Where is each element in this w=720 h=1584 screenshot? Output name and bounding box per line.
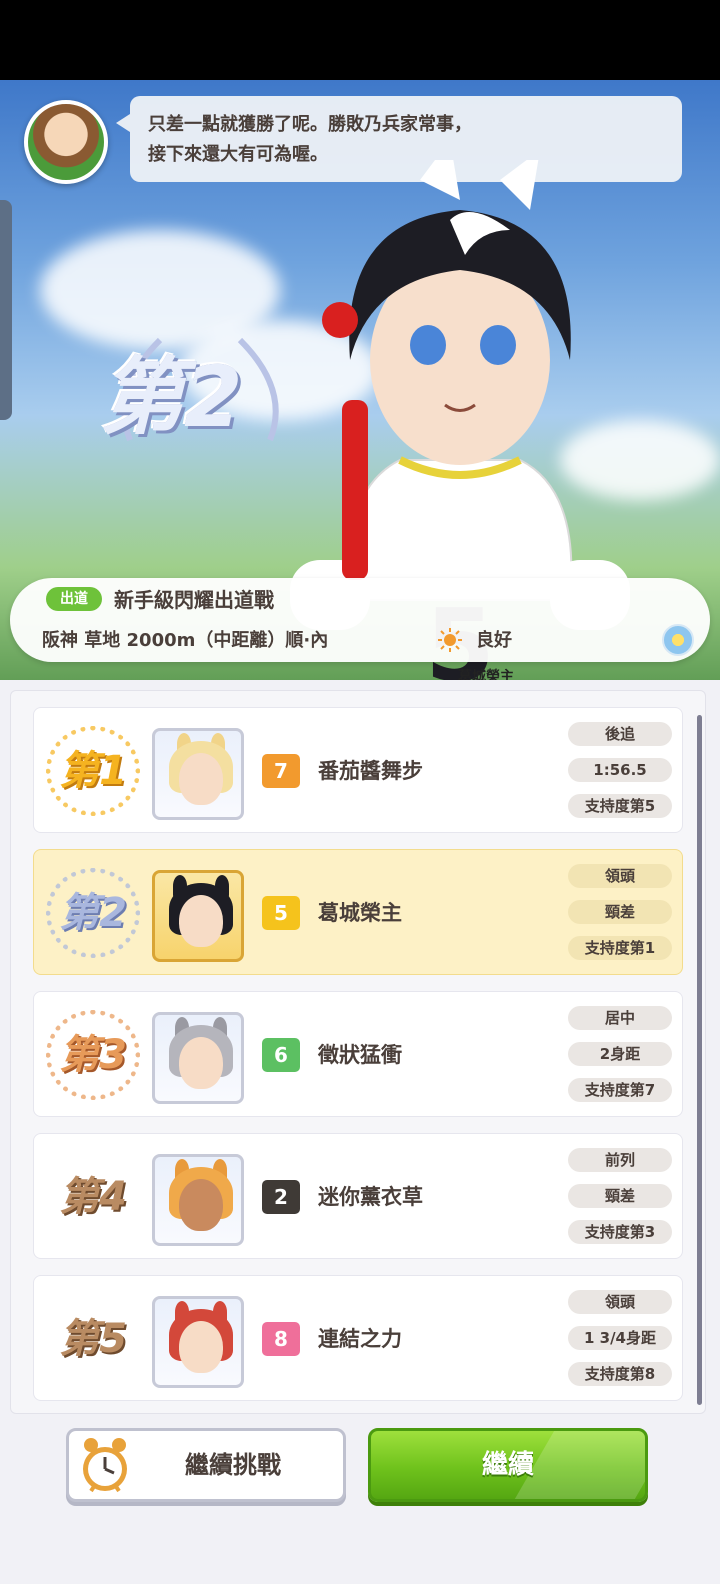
continue-button[interactable]: 繼續 [368, 1428, 648, 1502]
result-row[interactable]: 第2 5 葛城榮主 領頭 頸差 支持度第1 [33, 849, 683, 975]
finish-margin: 頸差 [568, 1184, 672, 1208]
side-drawer-handle[interactable] [0, 200, 12, 420]
popularity: 支持度第7 [568, 1078, 672, 1102]
face [179, 1179, 223, 1231]
results-panel: 第1 7 番茄醬舞步 後追 1:56.5 支持度第5 第2 5 葛城榮主 領頭 … [0, 680, 720, 1584]
horse-portrait [152, 1296, 244, 1388]
sun-icon [438, 628, 462, 652]
retry-challenge-button[interactable]: 繼續挑戰 [66, 1428, 346, 1502]
track-condition: 良好 [476, 630, 512, 651]
results-list[interactable]: 第1 7 番茄醬舞步 後追 1:56.5 支持度第5 第2 5 葛城榮主 領頭 … [10, 690, 706, 1414]
rank-label: 第3 [59, 1032, 127, 1078]
horse-name: 迷你薰衣草 [318, 1185, 423, 1209]
result-row[interactable]: 第5 8 連結之力 領頭 1 3/4身距 支持度第8 [33, 1275, 683, 1401]
gate-number: 2 [262, 1180, 300, 1214]
finish-margin: 頸差 [568, 900, 672, 924]
status-bar [0, 0, 720, 80]
finish-place: 第2 [100, 348, 243, 446]
running-style: 前列 [568, 1148, 672, 1172]
finish-margin: 1:56.5 [568, 758, 672, 782]
gate-number: 6 [262, 1038, 300, 1072]
face [179, 895, 223, 947]
horse-portrait [152, 728, 244, 820]
retry-challenge-label: 繼續挑戰 [185, 1451, 281, 1479]
face [179, 1321, 223, 1373]
race-name: 新手級閃耀出道戰 [114, 588, 274, 612]
popularity: 支持度第3 [568, 1220, 672, 1244]
rank-label: 第4 [59, 1174, 127, 1220]
face [179, 1037, 223, 1089]
result-row[interactable]: 第3 6 徵狀猛衝 居中 2身距 支持度第7 [33, 991, 683, 1117]
horse-portrait [152, 1012, 244, 1104]
result-row[interactable]: 第4 2 迷你薰衣草 前列 頸差 支持度第3 [33, 1133, 683, 1259]
horse-portrait [152, 1154, 244, 1246]
gate-number: 7 [262, 754, 300, 788]
rank-label: 第5 [59, 1316, 127, 1362]
finish-margin: 2身距 [568, 1042, 672, 1066]
horse-portrait [152, 870, 244, 962]
gate-number: 5 [262, 896, 300, 930]
running-style: 居中 [568, 1006, 672, 1030]
running-style: 後追 [568, 722, 672, 746]
continue-label: 繼續 [481, 1450, 534, 1480]
popularity: 支持度第8 [568, 1362, 672, 1386]
popularity: 支持度第5 [568, 794, 672, 818]
running-style: 領頭 [568, 864, 672, 888]
grade-badge: 出道 [46, 587, 102, 611]
rank-label: 第2 [59, 890, 127, 936]
popularity: 支持度第1 [568, 936, 672, 960]
course-info: 阪神 草地 2000m（中距離）順·內 [42, 630, 329, 651]
horse-name: 徵狀猛衝 [318, 1043, 402, 1067]
dialogue-line-1: 只差一點就獲勝了呢。勝敗乃兵家常事， [148, 114, 472, 135]
running-style: 領頭 [568, 1290, 672, 1314]
face [179, 753, 223, 805]
weather-icon[interactable] [662, 624, 694, 656]
trainer-avatar [24, 100, 108, 184]
gate-number: 8 [262, 1322, 300, 1356]
result-row[interactable]: 第1 7 番茄醬舞步 後追 1:56.5 支持度第5 [33, 707, 683, 833]
results-scrollbar[interactable] [697, 715, 702, 1405]
race-info-card: 出道 新手級閃耀出道戰 阪神 草地 2000m（中距離）順·內 良好 [10, 578, 710, 662]
horse-name: 連結之力 [318, 1327, 402, 1351]
finish-margin: 1 3/4身距 [568, 1326, 672, 1350]
finish-place-emblem: 第2 [100, 330, 300, 460]
horse-name: 葛城榮主 [318, 901, 402, 925]
rank-label: 第1 [59, 748, 127, 794]
horse-name: 番茄醬舞步 [318, 759, 423, 783]
